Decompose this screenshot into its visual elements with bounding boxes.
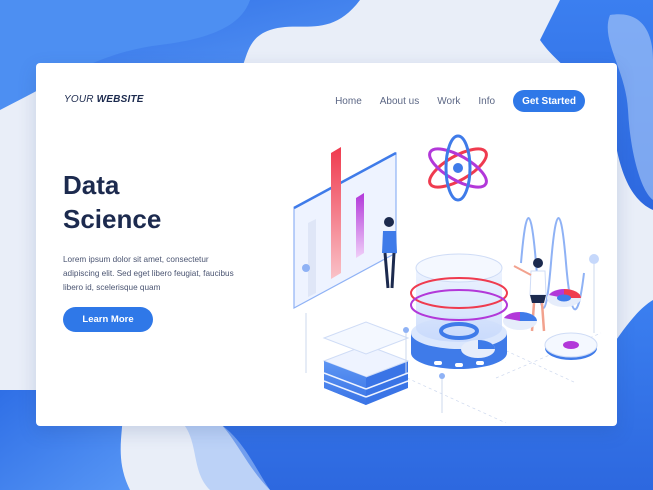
nav-about-us[interactable]: About us xyxy=(380,96,419,107)
learn-more-button[interactable]: Learn More xyxy=(63,307,153,332)
title-line-2: Science xyxy=(63,204,162,234)
nav-home[interactable]: Home xyxy=(335,96,362,107)
nav-info[interactable]: Info xyxy=(478,96,495,107)
brand-name: WEBSITE xyxy=(96,94,144,105)
pie-widget-2 xyxy=(503,312,537,330)
server-rack xyxy=(322,321,410,405)
top-nav: Home About us Work Info Get Started xyxy=(335,90,585,112)
hero-description: Lorem ipsum dolor sit amet, consectetur … xyxy=(63,255,234,292)
nav-work[interactable]: Work xyxy=(437,96,460,107)
landing-card: YOUR WEBSITE Home About us Work Info Get… xyxy=(36,63,617,426)
title-line-1: Data xyxy=(63,170,120,200)
pie-widget-1 xyxy=(547,289,581,307)
atom-icon xyxy=(428,134,488,202)
get-started-button[interactable]: Get Started xyxy=(513,90,585,112)
pie-widget-3 xyxy=(461,340,495,358)
data-science-illustration xyxy=(293,134,602,423)
gear-icon xyxy=(544,332,598,360)
brand-prefix: YOUR xyxy=(64,94,97,105)
page-title: Data Science xyxy=(63,168,161,236)
brand-logo[interactable]: YOUR WEBSITE xyxy=(64,94,144,105)
